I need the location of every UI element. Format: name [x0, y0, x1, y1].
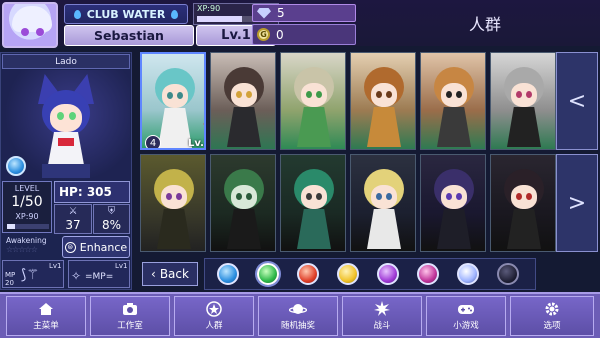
defense-stat: ⛨ 8%	[93, 204, 130, 234]
void-filter-icon[interactable]	[417, 263, 439, 285]
skill1-level: Lv1	[49, 262, 62, 270]
diamond-icon	[257, 7, 271, 19]
character-slot[interactable]	[490, 52, 556, 150]
attack-stat: ⚔ 37	[54, 204, 92, 234]
character-slot-selected[interactable]: 4 Lv.1	[140, 52, 206, 150]
enhance-icon: ⊜	[64, 241, 76, 253]
next-page-button[interactable]: >	[556, 154, 598, 252]
skill1-mp-value: 20	[5, 279, 14, 287]
sword-icon: ⚔	[68, 206, 78, 217]
fire-filter-icon[interactable]	[297, 263, 319, 285]
dark-filter-icon[interactable]	[377, 263, 399, 285]
nav-studio[interactable]: 工作室	[90, 296, 170, 336]
back-button[interactable]: ‹ Back	[142, 262, 198, 286]
water-drop-icon	[73, 9, 81, 19]
character-slot[interactable]	[210, 52, 276, 150]
skill2-level: Lv1	[115, 262, 128, 270]
enhance-label: Enhance	[79, 240, 128, 254]
camera-icon	[121, 301, 139, 316]
awakening-label: Awakening	[6, 236, 47, 245]
character-slot[interactable]	[280, 52, 346, 150]
skill1-mp-label: MP	[5, 271, 16, 279]
wings-skill-icon: ⟆⚚	[21, 267, 40, 283]
club-label: CLUB WATER	[86, 7, 166, 21]
planet-icon	[289, 301, 307, 316]
nav-label: 小游戏	[453, 321, 479, 331]
shadow-filter-icon[interactable]	[497, 263, 519, 285]
character-xp: XP:90	[15, 212, 39, 221]
character-slot[interactable]	[350, 154, 416, 252]
nav-label: 选项	[543, 321, 561, 331]
awakening-block: Awakening ☆☆☆☆☆	[2, 234, 62, 260]
character-name: Lado	[2, 54, 130, 69]
gold-count: 0	[276, 27, 284, 42]
level-value: 1/50	[11, 194, 43, 210]
special-filter-icon[interactable]	[457, 263, 479, 285]
nav-label: 主菜单	[33, 321, 59, 331]
skill2-label: =MP=	[85, 272, 114, 282]
chevron-left-icon: <	[567, 88, 587, 114]
nav-label: 随机抽奖	[280, 321, 315, 331]
slot-level: Lv.1	[188, 138, 204, 149]
nav-label: 人群	[205, 321, 223, 331]
enhance-button[interactable]: ⊜ Enhance	[62, 236, 130, 258]
defense-value: 8%	[101, 218, 122, 232]
character-slot[interactable]	[490, 154, 556, 252]
water-drop-icon	[171, 9, 179, 19]
element-filter-bar	[204, 258, 536, 290]
nav-main-menu[interactable]: 主菜单	[6, 296, 86, 336]
gear-icon	[543, 301, 561, 316]
nav-options[interactable]: 选项	[510, 296, 594, 336]
nav-label: 工作室	[117, 321, 143, 331]
home-icon	[37, 301, 55, 316]
level-heading: LEVEL	[14, 184, 40, 193]
gem-counter[interactable]: 5	[252, 4, 356, 22]
skill-slot-1[interactable]: MP 20 ⟆⚚ Lv1	[2, 260, 64, 288]
chevron-right-icon: >	[567, 190, 587, 216]
player-avatar[interactable]	[2, 2, 58, 48]
gold-coin-icon: G	[257, 28, 270, 41]
character-slot[interactable]	[420, 52, 486, 150]
prev-page-button[interactable]: <	[556, 52, 598, 150]
awakening-stars: ☆☆☆☆☆	[6, 245, 38, 254]
skill-slot-2[interactable]: ✧ =MP= Lv1	[68, 260, 130, 288]
character-slot[interactable]	[420, 154, 486, 252]
back-label: Back	[159, 267, 189, 281]
hp-stat: HP: 305	[54, 181, 130, 203]
character-slot[interactable]	[280, 154, 346, 252]
slot-number-badge: 4	[145, 135, 161, 148]
gem-count: 5	[277, 6, 285, 20]
nav-battle[interactable]: 战斗	[342, 296, 422, 336]
xp-fill	[197, 16, 242, 22]
nav-crowd[interactable]: 人群	[174, 296, 254, 336]
star-skill-icon: ✧	[71, 269, 82, 283]
water-filter-icon[interactable]	[217, 263, 239, 285]
light-filter-icon[interactable]	[337, 263, 359, 285]
gamepad-icon	[457, 301, 475, 316]
character-slot[interactable]	[210, 154, 276, 252]
nav-label: 战斗	[373, 321, 391, 331]
page-title: 人群	[468, 15, 501, 34]
gold-counter[interactable]: G 0	[252, 24, 356, 45]
level-box: LEVEL 1/50 XP:90	[2, 181, 52, 233]
xp-label: XP:90	[197, 4, 221, 13]
star-icon	[205, 300, 223, 317]
attack-value: 37	[65, 218, 81, 232]
burst-icon	[373, 300, 391, 316]
character-grid: 4 Lv.1	[136, 52, 556, 256]
shield-icon: ⛨	[107, 206, 116, 217]
arrow-pointer-icon	[201, 109, 206, 129]
nav-minigame[interactable]: 小游戏	[426, 296, 506, 336]
character-slot[interactable]	[140, 154, 206, 252]
wind-filter-icon[interactable]	[257, 263, 279, 285]
character-slot[interactable]	[350, 52, 416, 150]
player-name: Sebastian	[64, 25, 194, 46]
club-badge[interactable]: CLUB WATER	[64, 4, 188, 24]
water-element-icon	[6, 156, 26, 176]
chevron-left-icon: ‹	[151, 267, 156, 281]
nav-gacha[interactable]: 随机抽奖	[258, 296, 338, 336]
